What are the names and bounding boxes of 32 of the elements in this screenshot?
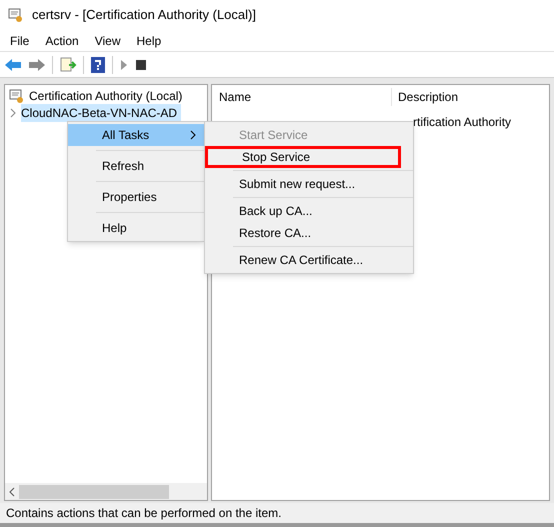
menu-item[interactable]: All Tasks <box>68 124 204 146</box>
menu-item[interactable]: Help <box>136 32 162 50</box>
menu-item[interactable]: Help <box>68 217 204 239</box>
menu-item[interactable]: Restore CA... <box>205 222 401 244</box>
tree-item[interactable]: Certification Authority (Local) <box>29 87 182 105</box>
chevron-icon[interactable] <box>9 108 17 118</box>
horizontal-scrollbar[interactable] <box>5 483 207 500</box>
back-icon[interactable] <box>4 58 22 72</box>
certificate-authority-icon <box>9 88 25 104</box>
menu-item[interactable]: Submit new request... <box>205 173 401 195</box>
column-header[interactable]: Description <box>392 88 458 106</box>
status-text: Contains actions that can be performed on the item. <box>6 505 282 522</box>
menu-item[interactable]: Back up CA... <box>205 200 401 222</box>
scroll-left-icon[interactable] <box>9 486 15 496</box>
column-header[interactable]: Name <box>212 88 392 106</box>
menu-item[interactable]: File <box>10 32 30 50</box>
menu-item[interactable]: Refresh <box>68 155 204 177</box>
menu-item[interactable]: Properties <box>68 186 204 208</box>
export-list-icon[interactable] <box>59 56 77 72</box>
chevron-icon <box>190 130 196 140</box>
forward-icon[interactable] <box>28 58 46 72</box>
help-icon[interactable] <box>90 56 106 74</box>
tree-item[interactable]: CloudNAC-Beta-VN-NAC-AD <box>21 104 182 122</box>
menu-item[interactable]: Action <box>45 32 79 50</box>
stop-icon[interactable] <box>135 58 147 70</box>
menu-item[interactable]: Stop Service <box>205 146 401 168</box>
table-cell-text: rtification Authority <box>413 114 512 131</box>
window-title: certsrv - [Certification Authority (Local)] <box>32 6 256 24</box>
play-icon[interactable] <box>119 58 129 70</box>
menu-item[interactable]: View <box>94 32 120 50</box>
console-icon <box>8 7 24 23</box>
menu-item[interactable]: Renew CA Certificate... <box>205 249 401 271</box>
